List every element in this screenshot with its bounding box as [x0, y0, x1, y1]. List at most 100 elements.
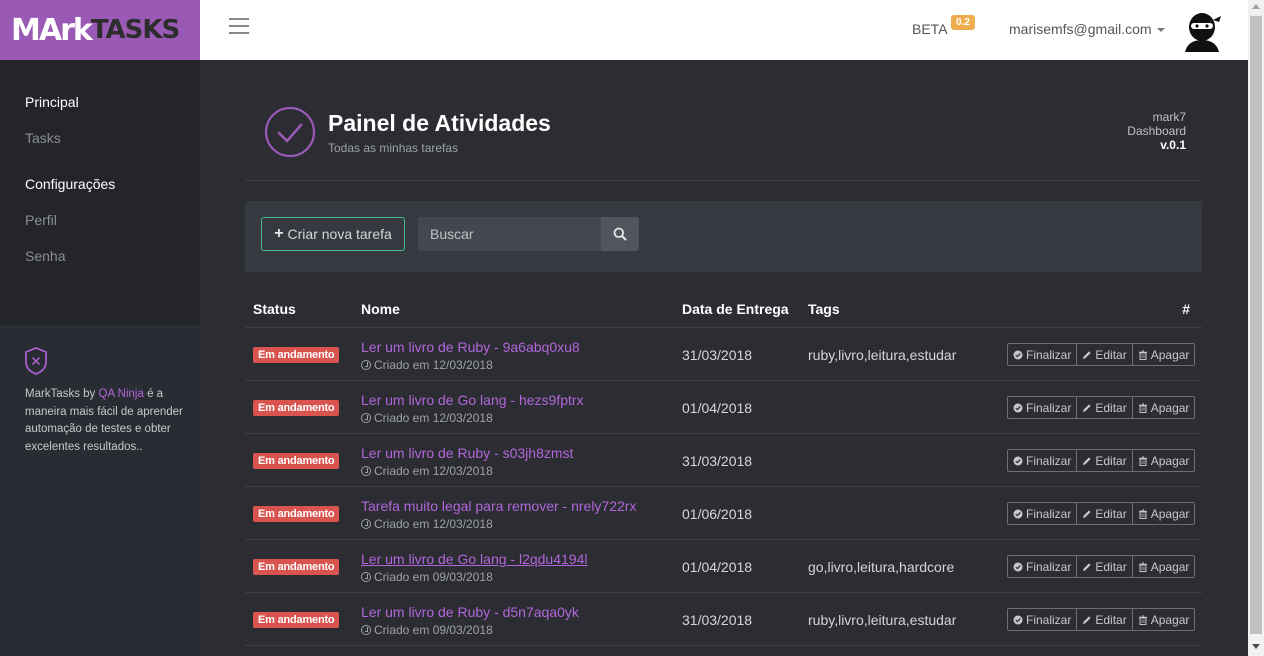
table-row: Em andamento Ler um livro de Ruby - s03jh…: [245, 434, 1202, 487]
created-date-text: Criado em 12/03/2018: [374, 411, 493, 425]
delete-button[interactable]: Apagar: [1131, 396, 1196, 419]
pencil-icon: [1083, 456, 1091, 465]
scroll-down-icon[interactable]: [1252, 644, 1260, 649]
clock-icon: [361, 519, 371, 529]
task-tags: ruby,livro,leitura,estudar: [808, 612, 957, 628]
qa-ninja-link[interactable]: QA Ninja: [99, 388, 144, 400]
due-date: 31/03/2018: [682, 612, 753, 628]
due-date: 01/04/2018: [682, 400, 753, 416]
task-name-link[interactable]: Ler um livro de Ruby - s03jh8zmst: [361, 445, 573, 461]
check-circle-icon: [1013, 456, 1023, 465]
th-name[interactable]: Nome: [361, 301, 400, 317]
caret-down-icon: [1156, 28, 1165, 33]
due-date: 01/04/2018: [682, 559, 753, 575]
task-name-link[interactable]: Ler um livro de Ruby - 9a6abq0xu8: [361, 339, 580, 355]
sidebar-footer: MarkTasks by QA Ninja é a maneira mais f…: [0, 325, 200, 656]
check-circle-icon: [1013, 509, 1023, 518]
edit-label: Editar: [1095, 347, 1127, 362]
sidebar-item-tasks[interactable]: Tasks: [25, 130, 61, 146]
scroll-up-icon[interactable]: [1252, 4, 1260, 9]
pencil-icon: [1083, 615, 1091, 624]
finish-button[interactable]: Finalizar: [1007, 502, 1078, 525]
search-input[interactable]: [418, 217, 602, 251]
sidebar-section-configuracoes: Configurações: [25, 176, 116, 192]
menu-toggle-icon[interactable]: [229, 18, 249, 34]
finish-label: Finalizar: [1026, 400, 1072, 415]
edit-button[interactable]: Editar: [1076, 396, 1133, 419]
delete-button[interactable]: Apagar: [1131, 555, 1196, 578]
edit-button[interactable]: Editar: [1076, 608, 1133, 631]
edit-button[interactable]: Editar: [1076, 449, 1133, 472]
edit-button[interactable]: Editar: [1076, 502, 1133, 525]
created-date: Criado em 09/03/2018: [361, 570, 493, 584]
new-task-label: Criar nova tarefa: [287, 226, 392, 242]
status-badge: Em andamento: [253, 559, 340, 575]
delete-button[interactable]: Apagar: [1131, 449, 1196, 472]
pencil-icon: [1083, 403, 1091, 412]
finish-button[interactable]: Finalizar: [1007, 396, 1078, 419]
delete-button[interactable]: Apagar: [1131, 343, 1196, 366]
table-row: Em andamento Ler um livro de Go lang - he…: [245, 381, 1202, 434]
scroll-thumb[interactable]: [1250, 16, 1262, 634]
created-date: Criado em 09/03/2018: [361, 623, 493, 637]
finish-button[interactable]: Finalizar: [1007, 343, 1078, 366]
trash-icon: [1138, 615, 1147, 625]
check-circle-icon: [1013, 562, 1023, 571]
check-circle-icon: [1013, 350, 1023, 359]
task-toolbar: + Criar nova tarefa: [245, 201, 1202, 272]
status-badge: Em andamento: [253, 347, 340, 363]
finish-label: Finalizar: [1026, 347, 1072, 362]
search-icon: [613, 227, 627, 241]
task-name-link[interactable]: Tarefa muito legal para remover - nrely7…: [361, 498, 636, 514]
beta-version-badge: 0.2: [951, 15, 975, 30]
th-due-date[interactable]: Data de Entrega: [682, 301, 789, 317]
table-row: Em andamento Ler um livro de Ruby - d5n7a…: [245, 593, 1202, 646]
check-circle-icon: [264, 106, 316, 158]
clock-icon: [361, 625, 371, 635]
row-actions: Finalizar Editar Apagar: [1007, 343, 1196, 366]
new-task-button[interactable]: + Criar nova tarefa: [261, 217, 405, 251]
pencil-icon: [1083, 350, 1091, 359]
task-name-link[interactable]: Ler um livro de Go lang - hezs9fptrx: [361, 392, 584, 408]
trash-icon: [1138, 562, 1147, 572]
header-divider: [245, 180, 1202, 181]
pencil-icon: [1083, 562, 1091, 571]
finish-label: Finalizar: [1026, 506, 1072, 521]
row-actions: Finalizar Editar Apagar: [1007, 555, 1196, 578]
finish-button[interactable]: Finalizar: [1007, 555, 1078, 578]
sidebar-item-perfil[interactable]: Perfil: [25, 212, 57, 228]
th-status[interactable]: Status: [253, 301, 296, 317]
finish-button[interactable]: Finalizar: [1007, 608, 1078, 631]
app-name: mark7: [1152, 110, 1186, 124]
edit-button[interactable]: Editar: [1076, 343, 1133, 366]
trash-icon: [1138, 456, 1147, 466]
clock-icon: [361, 572, 371, 582]
ninja-avatar-icon[interactable]: [1182, 10, 1222, 52]
edit-button[interactable]: Editar: [1076, 555, 1133, 578]
search-button[interactable]: [601, 217, 639, 251]
task-name-link[interactable]: Ler um livro de Go lang - l2qdu4194l: [361, 551, 587, 567]
app-version-info: mark7 Dashboard v.0.1: [1127, 110, 1186, 152]
delete-button[interactable]: Apagar: [1131, 608, 1196, 631]
page-scrollbar[interactable]: [1248, 0, 1264, 656]
edit-label: Editar: [1095, 559, 1127, 574]
row-actions: Finalizar Editar Apagar: [1007, 502, 1196, 525]
created-date-text: Criado em 09/03/2018: [374, 570, 493, 584]
edit-label: Editar: [1095, 506, 1127, 521]
task-name-link[interactable]: Ler um livro de Ruby - d5n7aqa0yk: [361, 604, 579, 620]
sidebar-section-principal: Principal: [25, 94, 79, 110]
sidebar-item-senha[interactable]: Senha: [25, 248, 65, 264]
delete-button[interactable]: Apagar: [1131, 502, 1196, 525]
created-date-text: Criado em 12/03/2018: [374, 464, 493, 478]
footer-prefix: MarkTasks by: [25, 388, 99, 400]
user-menu[interactable]: marisemfs@gmail.com: [1009, 21, 1165, 37]
th-tags[interactable]: Tags: [808, 301, 840, 317]
due-date: 31/03/2018: [682, 347, 753, 363]
created-date: Criado em 12/03/2018: [361, 517, 493, 531]
finish-button[interactable]: Finalizar: [1007, 449, 1078, 472]
created-date: Criado em 12/03/2018: [361, 411, 493, 425]
brand-logo[interactable]: MArk TASKS: [0, 0, 200, 60]
th-actions: #: [1182, 301, 1190, 317]
page-title: Painel de Atividades: [328, 110, 551, 136]
created-date-text: Criado em 12/03/2018: [374, 358, 493, 372]
